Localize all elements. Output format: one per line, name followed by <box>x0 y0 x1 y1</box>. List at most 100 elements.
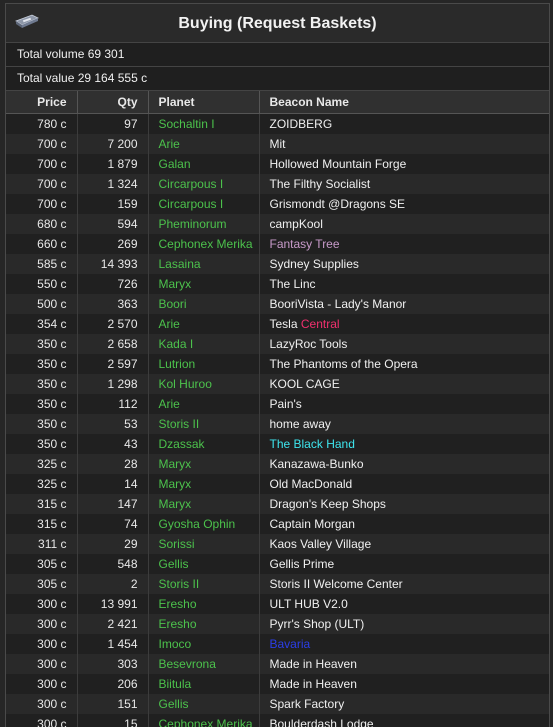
planet-cell: Maryx <box>148 274 259 294</box>
table-row[interactable]: 350 c1 298Kol HurooKOOL CAGE <box>6 374 549 394</box>
beacon-name-segment: Fantasy Tree <box>270 237 340 251</box>
table-header: Price Qty Planet Beacon Name <box>6 91 549 114</box>
price-cell: 500 c <box>6 294 77 314</box>
table-row[interactable]: 300 c15Cephonex MerikaBoulderdash Lodge <box>6 714 549 727</box>
planet-cell: Arie <box>148 134 259 154</box>
qty-cell: 1 454 <box>77 634 148 654</box>
beacon-name-segment: Sydney Supplies <box>270 257 359 271</box>
table-row[interactable]: 780 c97Sochaltin IZOIDBERG <box>6 114 549 135</box>
table-row[interactable]: 350 c2 597LutrionThe Phantoms of the Ope… <box>6 354 549 374</box>
planet-cell: Gellis <box>148 554 259 574</box>
table-row[interactable]: 350 c43DzassakThe Black Hand <box>6 434 549 454</box>
table-row[interactable]: 680 c594PheminorumcampKool <box>6 214 549 234</box>
table-row[interactable]: 315 c74Gyosha OphinCaptain Morgan <box>6 514 549 534</box>
column-header-planet[interactable]: Planet <box>148 91 259 114</box>
price-cell: 585 c <box>6 254 77 274</box>
price-cell: 300 c <box>6 594 77 614</box>
beacon-name-cell: ZOIDBERG <box>259 114 549 135</box>
planet-cell: Arie <box>148 314 259 334</box>
qty-cell: 14 393 <box>77 254 148 274</box>
beacon-name-cell: Spark Factory <box>259 694 549 714</box>
title-bar: Buying (Request Baskets) <box>6 4 549 43</box>
price-cell: 780 c <box>6 114 77 135</box>
table-row[interactable]: 700 c1 879GalanHollowed Mountain Forge <box>6 154 549 174</box>
column-header-price[interactable]: Price <box>6 91 77 114</box>
price-cell: 300 c <box>6 714 77 727</box>
planet-cell: Sorissi <box>148 534 259 554</box>
table-row[interactable]: 350 c112AriePain's <box>6 394 549 414</box>
table-row[interactable]: 700 c159Circarpous IGrismondt @Dragons S… <box>6 194 549 214</box>
table-row[interactable]: 300 c206BiitulaMade in Heaven <box>6 674 549 694</box>
beacon-name-cell: campKool <box>259 214 549 234</box>
beacon-name-segment: Captain Morgan <box>270 517 355 531</box>
window-title: Buying (Request Baskets) <box>6 15 549 33</box>
qty-cell: 594 <box>77 214 148 234</box>
qty-cell: 7 200 <box>77 134 148 154</box>
column-header-qty[interactable]: Qty <box>77 91 148 114</box>
table-row[interactable]: 315 c147MaryxDragon's Keep Shops <box>6 494 549 514</box>
table-row[interactable]: 311 c29SorissiKaos Valley Village <box>6 534 549 554</box>
planet-cell: Circarpous I <box>148 174 259 194</box>
beacon-name-segment: Tesla <box>270 317 301 331</box>
price-cell: 660 c <box>6 234 77 254</box>
beacon-name-cell: BooriVista - Lady's Manor <box>259 294 549 314</box>
qty-cell: 28 <box>77 454 148 474</box>
qty-cell: 151 <box>77 694 148 714</box>
price-cell: 305 c <box>6 574 77 594</box>
price-cell: 325 c <box>6 474 77 494</box>
qty-cell: 1 324 <box>77 174 148 194</box>
beacon-name-cell: The Filthy Socialist <box>259 174 549 194</box>
beacon-name-segment: ULT HUB V2.0 <box>270 597 348 611</box>
qty-cell: 303 <box>77 654 148 674</box>
table-row[interactable]: 300 c151GellisSpark Factory <box>6 694 549 714</box>
qty-cell: 112 <box>77 394 148 414</box>
table-row[interactable]: 325 c14MaryxOld MacDonald <box>6 474 549 494</box>
beacon-name-cell: Tesla Central <box>259 314 549 334</box>
column-header-beacon-name[interactable]: Beacon Name <box>259 91 549 114</box>
qty-cell: 1 879 <box>77 154 148 174</box>
beacon-name-cell: KOOL CAGE <box>259 374 549 394</box>
table-row[interactable]: 300 c2 421EreshoPyrr's Shop (ULT) <box>6 614 549 634</box>
table-row[interactable]: 300 c13 991EreshoULT HUB V2.0 <box>6 594 549 614</box>
price-cell: 300 c <box>6 634 77 654</box>
table-row[interactable]: 700 c1 324Circarpous IThe Filthy Sociali… <box>6 174 549 194</box>
price-cell: 300 c <box>6 654 77 674</box>
qty-cell: 29 <box>77 534 148 554</box>
table-row[interactable]: 305 c548GellisGellis Prime <box>6 554 549 574</box>
planet-cell: Imoco <box>148 634 259 654</box>
price-cell: 350 c <box>6 354 77 374</box>
price-cell: 700 c <box>6 154 77 174</box>
table-row[interactable]: 500 c363BooriBooriVista - Lady's Manor <box>6 294 549 314</box>
table-row[interactable]: 354 c2 570ArieTesla Central <box>6 314 549 334</box>
beacon-name-segment: Old MacDonald <box>270 477 353 491</box>
table-row[interactable]: 350 c53Storis IIhome away <box>6 414 549 434</box>
beacon-name-segment: home away <box>270 417 331 431</box>
beacon-name-segment: Spark Factory <box>270 697 345 711</box>
table-row[interactable]: 660 c269Cephonex MerikaFantasy Tree <box>6 234 549 254</box>
beacon-name-cell: Kanazawa-Bunko <box>259 454 549 474</box>
price-cell: 354 c <box>6 314 77 334</box>
qty-cell: 147 <box>77 494 148 514</box>
table-row[interactable]: 700 c7 200ArieMit <box>6 134 549 154</box>
table-row[interactable]: 325 c28MaryxKanazawa-Bunko <box>6 454 549 474</box>
price-cell: 311 c <box>6 534 77 554</box>
table-row[interactable]: 585 c14 393LasainaSydney Supplies <box>6 254 549 274</box>
beacon-name-cell: Made in Heaven <box>259 654 549 674</box>
table-row[interactable]: 300 c1 454Imoco Bavaria <box>6 634 549 654</box>
table-row[interactable]: 300 c303BesevronaMade in Heaven <box>6 654 549 674</box>
price-cell: 700 c <box>6 194 77 214</box>
table-row[interactable]: 305 c2Storis IIStoris II Welcome Center <box>6 574 549 594</box>
planet-cell: Biitula <box>148 674 259 694</box>
planet-cell: Storis II <box>148 574 259 594</box>
qty-cell: 363 <box>77 294 148 314</box>
table-row[interactable]: 350 c2 658Kada ILazyRoc Tools <box>6 334 549 354</box>
planet-cell: Pheminorum <box>148 214 259 234</box>
price-cell: 700 c <box>6 134 77 154</box>
beacon-name-segment: The Phantoms of the Opera <box>270 357 418 371</box>
table-row[interactable]: 550 c726MaryxThe Linc <box>6 274 549 294</box>
beacon-name-segment: Bavaria <box>270 637 311 651</box>
qty-cell: 14 <box>77 474 148 494</box>
beacon-name-cell: Hollowed Mountain Forge <box>259 154 549 174</box>
beacon-name-cell: The Phantoms of the Opera <box>259 354 549 374</box>
price-cell: 550 c <box>6 274 77 294</box>
